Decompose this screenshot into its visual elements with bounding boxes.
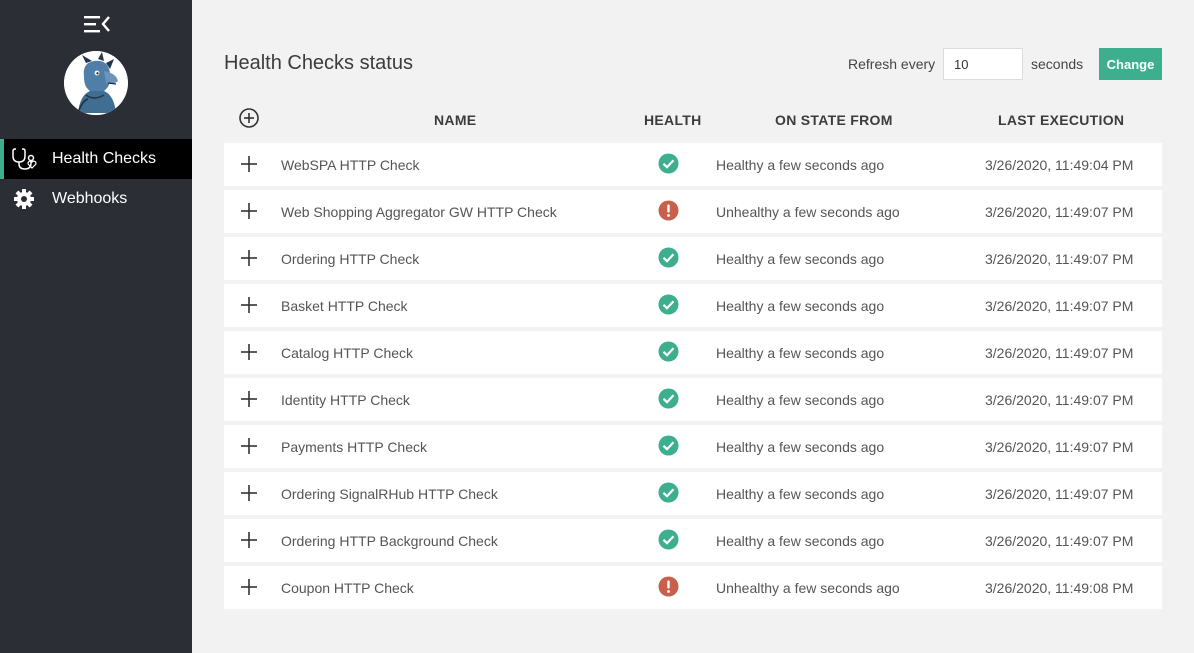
on-state-from: Healthy a few seconds ago <box>716 439 885 455</box>
expand-row-icon[interactable] <box>238 153 260 175</box>
check-name: Ordering SignalRHub HTTP Check <box>281 486 498 502</box>
on-state-from: Healthy a few seconds ago <box>716 298 885 314</box>
table-row[interactable]: Identity HTTP Check Healthy a few second… <box>224 378 1162 421</box>
expand-row-icon[interactable] <box>238 435 260 457</box>
healthy-check-icon <box>658 341 679 362</box>
healthy-check-icon <box>658 247 679 268</box>
table-row[interactable]: WebSPA HTTP Check Healthy a few seconds … <box>224 143 1162 186</box>
check-name: WebSPA HTTP Check <box>281 157 420 173</box>
expand-row-icon[interactable] <box>238 200 260 222</box>
table-row[interactable]: Coupon HTTP Check Unhealthy a few second… <box>224 566 1162 609</box>
check-name: Ordering HTTP Check <box>281 251 420 267</box>
table-row[interactable]: Ordering SignalRHub HTTP Check Healthy a… <box>224 472 1162 515</box>
check-name: Catalog HTTP Check <box>281 345 414 361</box>
last-execution: 3/26/2020, 11:49:07 PM <box>985 345 1134 361</box>
check-name: Basket HTTP Check <box>281 298 408 314</box>
healthy-check-icon <box>658 388 679 409</box>
last-execution: 3/26/2020, 11:49:07 PM <box>985 251 1134 267</box>
unhealthy-alert-icon <box>658 576 679 597</box>
last-execution: 3/26/2020, 11:49:07 PM <box>985 533 1134 549</box>
check-name: Identity HTTP Check <box>281 392 410 408</box>
column-header-last-execution: LAST EXECUTION <box>998 112 1125 128</box>
change-button[interactable]: Change <box>1099 48 1162 80</box>
check-name: Web Shopping Aggregator GW HTTP Check <box>281 204 557 220</box>
sidebar: Health Checks Webhooks <box>0 0 192 653</box>
on-state-from: Healthy a few seconds ago <box>716 486 885 502</box>
sidebar-item-health-checks[interactable]: Health Checks <box>0 139 192 179</box>
column-header-on-state-from: ON STATE FROM <box>775 112 893 128</box>
healthy-check-icon <box>658 529 679 550</box>
healthy-check-icon <box>658 294 679 315</box>
healthy-check-icon <box>658 153 679 174</box>
column-header-name: NAME <box>434 112 477 128</box>
check-name: Payments HTTP Check <box>281 439 428 455</box>
table-row[interactable]: Web Shopping Aggregator GW HTTP Check Un… <box>224 190 1162 233</box>
last-execution: 3/26/2020, 11:49:07 PM <box>985 439 1134 455</box>
sidebar-nav: Health Checks Webhooks <box>0 139 192 219</box>
last-execution: 3/26/2020, 11:49:04 PM <box>985 157 1134 173</box>
on-state-from: Healthy a few seconds ago <box>716 392 885 408</box>
sidebar-item-label: Health Checks <box>52 150 157 167</box>
mascot-avatar-icon <box>64 51 128 115</box>
expand-row-icon[interactable] <box>238 294 260 316</box>
table-row[interactable]: Ordering HTTP Background Check Healthy a… <box>224 519 1162 562</box>
on-state-from: Healthy a few seconds ago <box>716 533 885 549</box>
expand-row-icon[interactable] <box>238 388 260 410</box>
on-state-from: Healthy a few seconds ago <box>716 157 885 173</box>
healthy-check-icon <box>658 435 679 456</box>
last-execution: 3/26/2020, 11:49:07 PM <box>985 392 1134 408</box>
table-row[interactable]: Ordering HTTP Check Healthy a few second… <box>224 237 1162 280</box>
expand-row-icon[interactable] <box>238 247 260 269</box>
on-state-from: Unhealthy a few seconds ago <box>716 580 900 596</box>
gear-icon <box>14 189 34 209</box>
collapse-menu-icon[interactable] <box>84 14 110 34</box>
avatar <box>64 51 128 115</box>
last-execution: 3/26/2020, 11:49:07 PM <box>985 204 1134 220</box>
on-state-from: Healthy a few seconds ago <box>716 345 885 361</box>
table-header: NAME HEALTH ON STATE FROM LAST EXECUTION <box>224 102 1162 136</box>
last-execution: 3/26/2020, 11:49:07 PM <box>985 486 1134 502</box>
refresh-interval-input[interactable] <box>943 48 1023 80</box>
table-row[interactable]: Catalog HTTP Check Healthy a few seconds… <box>224 331 1162 374</box>
last-execution: 3/26/2020, 11:49:07 PM <box>985 298 1134 314</box>
refresh-label: Refresh every <box>848 56 936 72</box>
page-title: Health Checks status <box>224 52 413 74</box>
expand-row-icon[interactable] <box>238 482 260 504</box>
unhealthy-alert-icon <box>658 200 679 221</box>
column-header-health: HEALTH <box>644 112 702 128</box>
last-execution: 3/26/2020, 11:49:08 PM <box>985 580 1134 596</box>
expand-row-icon[interactable] <box>238 341 260 363</box>
stethoscope-icon <box>12 148 37 170</box>
on-state-from: Unhealthy a few seconds ago <box>716 204 900 220</box>
table-row[interactable]: Payments HTTP Check Healthy a few second… <box>224 425 1162 468</box>
expand-all-icon[interactable] <box>238 107 260 129</box>
table-row[interactable]: Basket HTTP Check Healthy a few seconds … <box>224 284 1162 327</box>
sidebar-item-webhooks[interactable]: Webhooks <box>0 179 192 219</box>
health-checks-table: WebSPA HTTP Check Healthy a few seconds … <box>224 143 1162 613</box>
on-state-from: Healthy a few seconds ago <box>716 251 885 267</box>
sidebar-item-label: Webhooks <box>52 190 128 207</box>
check-name: Coupon HTTP Check <box>281 580 414 596</box>
expand-row-icon[interactable] <box>238 576 260 598</box>
check-name: Ordering HTTP Background Check <box>281 533 498 549</box>
expand-row-icon[interactable] <box>238 529 260 551</box>
healthy-check-icon <box>658 482 679 503</box>
seconds-label: seconds <box>1031 56 1084 72</box>
